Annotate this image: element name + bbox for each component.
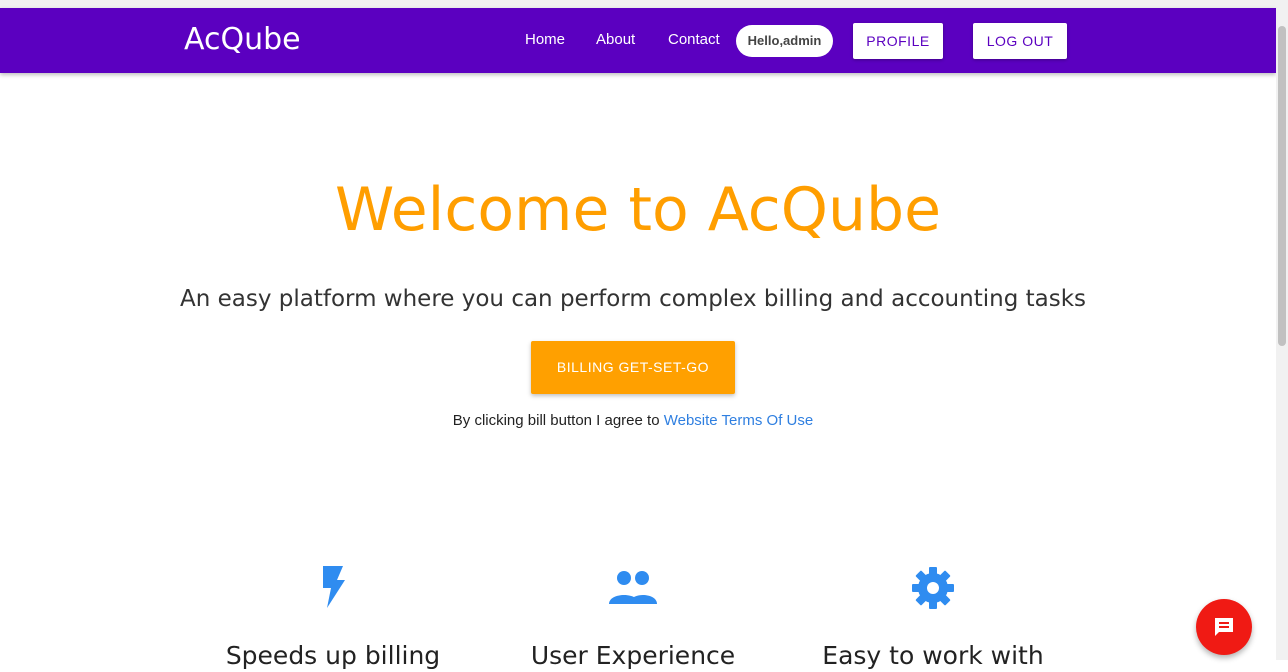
chat-button[interactable] xyxy=(1196,599,1252,655)
feature-easy: Easy to work with xyxy=(783,560,1083,670)
feature-user-experience: User Experience xyxy=(483,560,783,670)
gear-icon xyxy=(783,560,1083,610)
page-scrollbar[interactable] xyxy=(1276,8,1288,660)
lightning-bolt-icon xyxy=(183,560,483,610)
greeting-badge: Hello,admin xyxy=(736,25,833,57)
terms-text: By clicking bill button I agree to xyxy=(452,412,664,429)
people-icon xyxy=(483,560,783,610)
billing-cta-button[interactable]: BILLING GET-SET-GO xyxy=(531,341,735,394)
hero-title: Welcome to AcQube xyxy=(334,175,942,245)
nav-link-home[interactable]: Home xyxy=(525,30,565,50)
feature-speed: Speeds up billing xyxy=(183,560,483,670)
feature-title: User Experience xyxy=(530,641,736,670)
logout-button[interactable]: LOG OUT xyxy=(973,23,1067,59)
hero-subtitle: An easy platform where you can perform c… xyxy=(179,286,1087,312)
nav-link-contact[interactable]: Contact xyxy=(668,30,720,50)
nav-link-about[interactable]: About xyxy=(596,30,635,50)
scrollbar-thumb[interactable] xyxy=(1278,26,1286,346)
brand-logo[interactable]: AcQube xyxy=(184,20,301,60)
feature-title: Speeds up billing xyxy=(225,641,441,670)
feature-title: Easy to work with xyxy=(822,641,1044,670)
top-navbar: AcQube Home About Contact Hello,admin PR… xyxy=(0,8,1276,73)
profile-button[interactable]: PROFILE xyxy=(853,23,943,59)
browser-top-strip xyxy=(0,0,1288,8)
terms-notice: By clicking bill button I agree to Websi… xyxy=(0,410,1266,432)
terms-link[interactable]: Website Terms Of Use xyxy=(664,412,814,429)
